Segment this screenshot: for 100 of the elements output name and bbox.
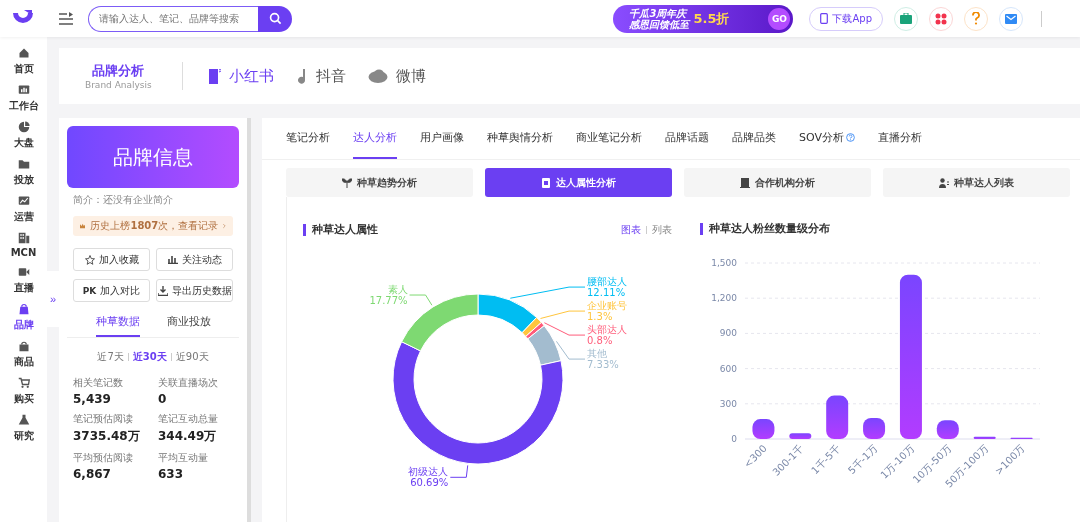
cart-icon <box>17 377 30 389</box>
home-icon <box>17 47 30 59</box>
toolbox-button[interactable] <box>894 6 918 31</box>
music-note-icon <box>295 68 308 84</box>
stat-value: 0 <box>158 392 168 406</box>
bag-icon <box>17 340 30 352</box>
sidebar-item[interactable]: 研究 <box>1 414 46 443</box>
stat-label: 相关笔记数 <box>73 376 124 390</box>
stat-label: 关联直播场次 <box>158 376 219 390</box>
action-button[interactable]: 关注动态 <box>156 248 233 271</box>
history-text: 历史上榜1807次，查看记录 <box>90 219 219 233</box>
sub-tab[interactable]: 种草达人列表 <box>883 168 1070 197</box>
view-toggle[interactable]: 列表 <box>651 223 672 237</box>
analysis-tab[interactable]: 笔记分析 <box>286 118 330 159</box>
stat-value: 344.49万 <box>158 428 218 445</box>
search-field[interactable]: 请输入达人、笔记、品牌等搜索 <box>88 5 258 32</box>
analysis-tab[interactable]: 直播分析 <box>878 118 922 159</box>
sidebar-item[interactable]: 首页 <box>1 47 46 76</box>
help-button[interactable] <box>964 6 988 31</box>
slice-label: 腰部达人 <box>587 276 627 288</box>
book-icon <box>208 68 221 84</box>
promo-text: 千瓜3周年庆 <box>629 7 688 19</box>
pk-icon: PK <box>82 285 97 296</box>
sidebar-item[interactable]: 直播 <box>1 266 46 295</box>
analysis-tab[interactable]: SOV分析 <box>799 118 855 159</box>
card-title: 种草达人属性 <box>303 224 378 236</box>
data-tab[interactable]: 商业投放 <box>166 314 211 337</box>
expand-handle[interactable]: » <box>47 271 59 327</box>
crown-icon <box>80 222 86 230</box>
bar <box>788 433 811 439</box>
history-notice[interactable]: 历史上榜1807次，查看记录 <box>73 216 233 236</box>
analysis-tab[interactable]: 种草舆情分析 <box>487 118 553 159</box>
cloud-icon <box>367 69 388 83</box>
slice-value: 17.77% <box>369 295 408 307</box>
stat-label: 平均预估阅读 <box>73 451 134 465</box>
sidebar-item[interactable]: 工作台 <box>1 84 46 113</box>
stat-value: 6,867 <box>73 467 112 481</box>
analysis-tab[interactable]: 达人分析 <box>353 118 397 159</box>
menu-icon[interactable] <box>58 11 74 26</box>
stat-value: 5,439 <box>73 392 112 406</box>
sidebar-item[interactable]: 品牌 <box>1 303 46 332</box>
slice-value: 7.33% <box>587 359 619 371</box>
analysis-tab[interactable]: 品牌话题 <box>665 118 709 159</box>
y-tick-label: 0 <box>730 434 737 444</box>
brand-banner: 品牌信息 <box>67 126 239 188</box>
bar <box>862 417 885 439</box>
sprout-icon <box>342 177 352 188</box>
y-tick-label: 1,200 <box>710 293 737 304</box>
search-button[interactable] <box>258 5 292 32</box>
sub-tab[interactable]: 种草趋势分析 <box>286 168 473 197</box>
apps-button[interactable] <box>929 6 953 31</box>
stat-value: 633 <box>158 467 185 481</box>
sub-tab[interactable]: 合作机构分析 <box>684 168 871 197</box>
page-title: 品牌分析 <box>92 62 145 80</box>
bar-chart-icon <box>167 255 178 264</box>
platform-tab[interactable]: 抖音 <box>295 66 346 86</box>
action-button[interactable]: 导出历史数据 <box>156 279 233 302</box>
analysis-tab[interactable]: 商业笔记分析 <box>576 118 642 159</box>
platform-tab[interactable]: 小红书 <box>208 66 274 86</box>
building-icon <box>17 232 30 244</box>
period-option[interactable]: 近90天 <box>175 350 209 364</box>
sub-tab[interactable]: 达人属性分析 <box>485 168 672 197</box>
y-tick-label: 300 <box>719 398 737 409</box>
sidebar-item[interactable]: 投放 <box>1 158 46 187</box>
stat-value: 3735.48万 <box>73 428 141 445</box>
x-tick-label: 5千-1万 <box>845 442 879 477</box>
download-app-button[interactable]: 下载App <box>809 6 883 31</box>
data-tab[interactable]: 种草数据 <box>95 314 140 337</box>
mail-icon <box>1005 13 1017 24</box>
analysis-tab[interactable]: 品牌品类 <box>732 118 776 159</box>
messages-button[interactable] <box>999 6 1023 31</box>
sidebar-item[interactable]: 商品 <box>1 340 46 369</box>
view-toggle[interactable]: 图表 <box>620 223 641 237</box>
download-icon <box>157 285 168 296</box>
folder-icon <box>17 158 30 170</box>
stat-label: 平均互动量 <box>158 451 209 465</box>
go-button[interactable]: GO <box>768 7 791 30</box>
period-option[interactable]: 近7天 <box>97 350 124 364</box>
analysis-tab[interactable]: 用户画像 <box>420 118 464 159</box>
pie-icon <box>17 121 30 133</box>
bar <box>825 395 848 439</box>
action-button[interactable]: 加入收藏 <box>73 248 150 271</box>
sidebar-item[interactable]: MCN <box>1 232 46 258</box>
action-button[interactable]: PK 加入对比 <box>73 279 150 302</box>
briefcase-icon <box>900 13 912 24</box>
bar <box>751 419 774 439</box>
sidebar-item[interactable]: 购买 <box>1 377 46 406</box>
slice-label: 素人 <box>387 284 408 296</box>
x-tick-label: 1千-5千 <box>808 442 843 477</box>
stat-label: 笔记预估阅读 <box>73 412 134 426</box>
sidebar-item[interactable]: 运营 <box>1 195 46 224</box>
leader-line <box>540 310 586 319</box>
period-option[interactable]: 近30天 <box>132 350 167 364</box>
slice-label: 初级达人 <box>408 466 449 478</box>
platform-tab[interactable]: 微博 <box>367 66 426 86</box>
y-tick-label: 1,500 <box>710 258 737 268</box>
building-icon <box>740 177 750 188</box>
slice-value: 60.69% <box>410 477 449 489</box>
star-icon <box>84 254 95 265</box>
sidebar-item[interactable]: 大盘 <box>1 121 46 150</box>
